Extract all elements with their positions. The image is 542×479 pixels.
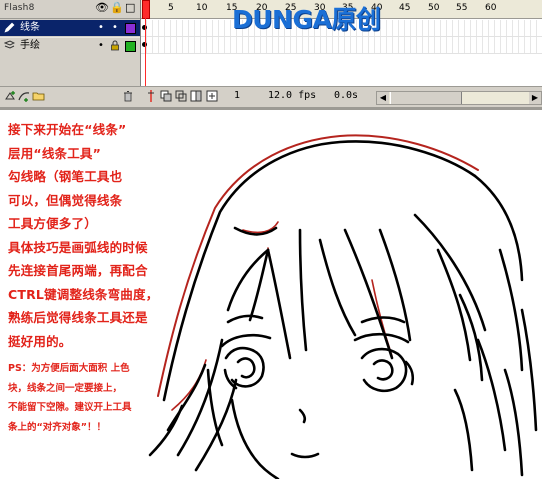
insert-layer-icon[interactable] [4, 90, 16, 106]
stage-canvas[interactable]: 接下来开始在“线条” 层用“线条工具” 勾线略（钢笔工具也 可以，但偶觉得线条 … [0, 110, 542, 479]
layer-icon [3, 40, 16, 50]
scroll-thumb[interactable] [390, 92, 462, 104]
frame-number: 10 [196, 3, 208, 13]
frame-number: 60 [485, 3, 497, 13]
layer-empty-area [0, 54, 140, 86]
current-frame-field: 1 [234, 90, 241, 101]
tutorial-line: 层用“线条工具” [8, 145, 102, 161]
insert-folder-icon[interactable] [32, 90, 45, 106]
frame-number: 5 [168, 3, 174, 13]
tutorial-line: 工具方便多了） [8, 216, 97, 231]
lock-toggle[interactable]: • [112, 22, 118, 34]
frame-number: 55 [456, 3, 468, 13]
playhead-line [145, 18, 146, 86]
tutorial-line: 具体技巧是画弧线的时候 [8, 239, 148, 255]
delete-layer-icon[interactable] [122, 90, 134, 106]
layer-name: 线条 [20, 22, 40, 33]
elapsed-time-field: 0.0s [334, 90, 359, 101]
timeline-status-bar: 1 12.0 fps 0.0s ◀ ▶ [140, 86, 542, 107]
layer-panel: Flash8 👁 🔒 □ 线条 • • 手绘 • [0, 0, 140, 108]
center-frame-icon[interactable] [146, 90, 156, 106]
onion-skin-icon[interactable] [160, 90, 172, 106]
ps-note-line: PS：为方便后面大面积 上色 [8, 363, 130, 374]
flash-version-label: Flash8 [4, 3, 35, 13]
tutorial-text-block: 接下来开始在“线条” 层用“线条工具” 勾线略（钢笔工具也 可以，但偶觉得线条 … [8, 118, 208, 437]
lock-icon[interactable]: 🔒 [110, 1, 124, 15]
modify-onion-markers-icon[interactable] [206, 90, 218, 106]
ps-note-line: 不能留下空隙。建议开上工具 [8, 402, 132, 413]
playhead[interactable] [142, 0, 150, 19]
scroll-left-icon[interactable]: ◀ [377, 92, 389, 104]
frame-rate-field[interactable]: 12.0 fps [268, 89, 316, 103]
layer-outline-color-swatch[interactable] [125, 41, 136, 52]
ps-note-line: 块，线条之间一定要接上， [8, 382, 123, 394]
tutorial-line: 接下来开始在“线条” [8, 122, 127, 137]
tutorial-line: CTRL键调整线条弯曲度， [8, 286, 159, 302]
layer-row-lines[interactable]: 线条 • • [0, 20, 140, 36]
layer-name: 手绘 [20, 40, 40, 51]
layer-header: Flash8 👁 🔒 □ [0, 0, 140, 19]
frame-number: 45 [399, 3, 411, 13]
tutorial-line: 勾线略（钢笔工具也 [8, 169, 123, 184]
tutorial-line: 熟练后觉得线条工具还是 [8, 310, 148, 325]
onion-skin-outlines-icon[interactable] [175, 90, 187, 106]
frame-number: 50 [428, 3, 440, 13]
visibility-toggle[interactable]: • [98, 22, 104, 34]
visibility-toggle[interactable]: • [98, 40, 104, 52]
tutorial-line: 挺好用的。 [8, 333, 72, 349]
pencil-icon [4, 22, 15, 33]
eye-icon[interactable]: 👁 [95, 1, 109, 15]
layer-outline-color-swatch[interactable] [125, 23, 136, 34]
tutorial-line: 先连接首尾两端，再配合 [8, 263, 148, 278]
ps-note-line: 条上的“对齐对象”！！ [8, 421, 106, 433]
frame-row-handdrawn[interactable] [141, 37, 542, 54]
tutorial-line: 可以，但偶觉得线条 [8, 192, 123, 208]
lock-toggle-icon[interactable] [110, 40, 120, 55]
outline-icon[interactable]: □ [125, 1, 135, 15]
layer-toolbar [0, 86, 140, 107]
dunga-logo: DUNGA原创 [232, 5, 381, 34]
layer-row-handdrawn[interactable]: 手绘 • [0, 37, 140, 54]
edit-multiple-frames-icon[interactable] [190, 90, 202, 106]
timeline-panel: Flash8 👁 🔒 □ 线条 • • 手绘 • 5 10 15 20 25 3… [0, 0, 542, 108]
timeline-horizontal-scrollbar[interactable]: ◀ ▶ [376, 91, 542, 105]
add-guide-layer-icon[interactable] [18, 90, 30, 106]
scroll-right-icon[interactable]: ▶ [529, 92, 541, 104]
